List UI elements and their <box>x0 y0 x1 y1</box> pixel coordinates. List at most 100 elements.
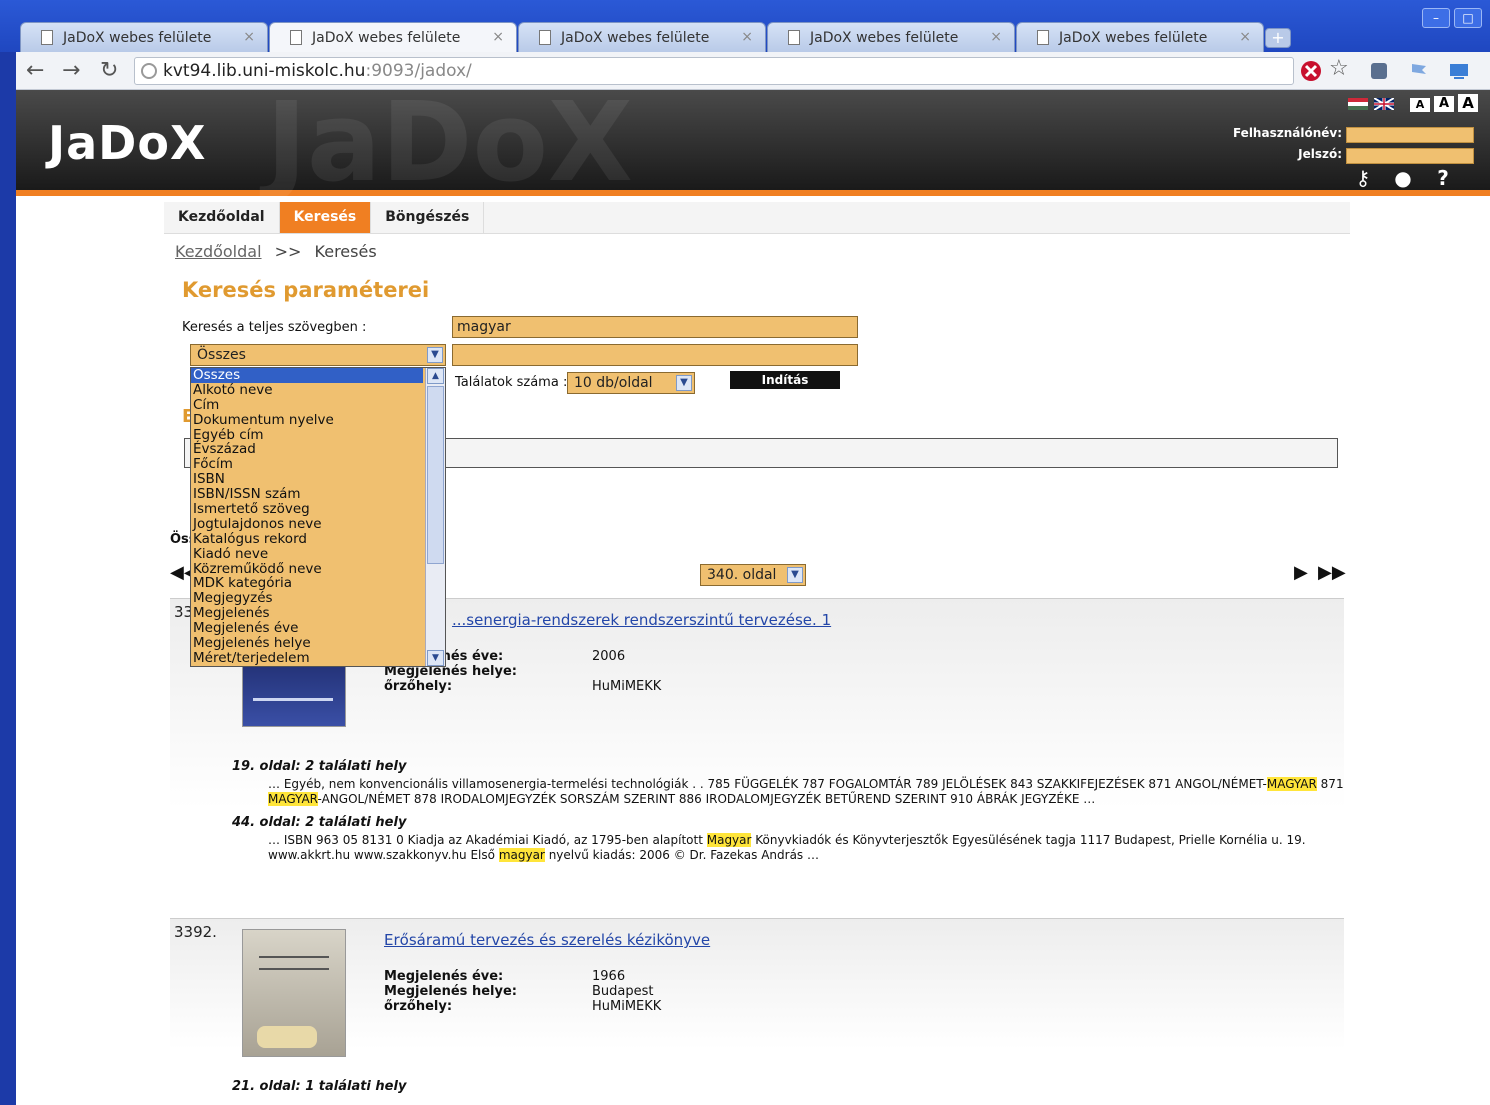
flag-tool-icon[interactable] <box>1408 60 1430 82</box>
next-page-icon[interactable]: ▶ <box>1294 562 1308 583</box>
browser-tab-3[interactable]: JaDoX webes felülete × <box>518 22 766 52</box>
hit-snippet: … ISBN 963 05 8131 0 Kiadja az Akadémiai… <box>268 833 1348 863</box>
maximize-button[interactable]: □ <box>1454 8 1482 28</box>
snippet-text: -ANGOL/NÉMET 878 IRODALOMJEGYZÉK SORSZÁM… <box>317 792 1096 806</box>
screen-icon[interactable] <box>1448 60 1470 82</box>
result-title-link[interactable]: ...senergia-rendszerek rendszerszintű te… <box>452 611 831 629</box>
dropdown-option[interactable]: Kiadó neve <box>191 546 423 562</box>
page-icon <box>290 30 302 45</box>
font-small-button[interactable]: A <box>1410 98 1430 112</box>
result-item: 3392. Erősáramú tervezés és szerelés kéz… <box>170 918 1344 1105</box>
snippet-text: nyelvű kiadás: 2006 © Dr. Fazekas András… <box>544 848 819 862</box>
menu-item-search[interactable]: Keresés <box>279 202 372 233</box>
highlighted-term: Magyar <box>706 833 752 847</box>
browser-tab-1[interactable]: JaDoX webes felülete × <box>20 22 268 52</box>
dropdown-option[interactable]: ISBN/ISSN szám <box>191 487 423 502</box>
dropdown-scrollbar[interactable]: ▲ ▼ <box>425 368 445 666</box>
close-tab-icon[interactable]: × <box>1239 29 1251 45</box>
page-select[interactable]: 340. oldal ▼ <box>700 564 806 586</box>
browser-tab-5[interactable]: JaDoX webes felülete × <box>1016 22 1264 52</box>
hit-snippet: … Egyéb, nem konvencionális villamosener… <box>268 777 1348 807</box>
dropdown-option[interactable]: Megjelenés éve <box>191 621 423 636</box>
browser-tab-2[interactable]: JaDoX webes felülete × <box>269 22 517 52</box>
reload-icon[interactable]: ↻ <box>100 58 118 83</box>
close-tab-icon[interactable]: × <box>990 29 1002 45</box>
hits-per-page-select[interactable]: 10 db/oldal ▼ <box>567 372 695 394</box>
close-tab-icon[interactable]: × <box>741 29 753 45</box>
browser-tab-4[interactable]: JaDoX webes felülete × <box>767 22 1015 52</box>
hit-heading: 19. oldal: 2 találati hely <box>232 759 407 774</box>
site: JaDoX JaDoX A A A Felhasználónév: Jelszó… <box>16 78 1490 1105</box>
block-icon[interactable] <box>1300 60 1322 82</box>
meta-value: HuMiMEKK <box>592 679 662 694</box>
result-number: 3392. <box>174 923 217 941</box>
user-icon[interactable]: ● <box>1390 166 1416 190</box>
scroll-up-icon[interactable]: ▲ <box>427 368 444 384</box>
dropdown-option[interactable]: Méret/terjedelem <box>191 651 423 666</box>
fulltext-input[interactable]: magyar <box>452 316 858 338</box>
star-icon[interactable]: ☆ <box>1329 56 1349 81</box>
password-input[interactable] <box>1346 148 1474 164</box>
back-arrow-icon[interactable]: ← <box>26 58 44 83</box>
dropdown-option[interactable]: Évszázad <box>191 442 423 457</box>
key-icon[interactable]: ⚷ <box>1350 166 1376 190</box>
font-size-controls: A A A <box>1410 94 1478 112</box>
fulltext-label: Keresés a teljes szövegben : <box>182 320 367 335</box>
dropdown-option[interactable]: Ismertető szöveg <box>191 502 423 517</box>
field-input[interactable] <box>452 344 858 366</box>
new-tab-button[interactable]: + <box>1265 28 1291 48</box>
english-flag-icon[interactable] <box>1374 98 1394 110</box>
globe-icon <box>141 63 157 79</box>
menu-item-home[interactable]: Kezdőoldal <box>164 202 280 233</box>
dropdown-option[interactable]: MDK kategória <box>191 576 423 591</box>
result-title-link[interactable]: Erősáramú tervezés és szerelés kézikönyv… <box>384 931 710 949</box>
dropdown-option[interactable]: ISBN <box>191 472 423 487</box>
dropdown-option[interactable]: Cím <box>191 397 423 413</box>
start-search-button[interactable]: Indítás <box>730 371 840 389</box>
dropdown-options: Összes Alkotó neve Cím Dokumentum nyelve Egy… <box>191 368 445 666</box>
dropdown-option[interactable]: Összes <box>191 368 423 383</box>
dropdown-option[interactable]: Dokumentum nyelve <box>191 412 423 428</box>
chevron-down-icon[interactable]: ▼ <box>427 347 443 363</box>
username-input[interactable] <box>1346 127 1474 143</box>
field-select-dropdown[interactable]: Összes Alkotó neve Cím Dokumentum nyelve Egy… <box>190 367 446 667</box>
meta-row: Megjelenés helye: Budapest <box>384 984 661 999</box>
meta-key: Megjelenés éve: <box>384 969 504 984</box>
dropdown-option[interactable]: Megjegyzés <box>191 591 423 606</box>
menu-item-browse[interactable]: Böngészés <box>371 202 485 233</box>
font-medium-button[interactable]: A <box>1434 96 1454 112</box>
field-select[interactable]: Összes ▼ <box>190 344 446 366</box>
hungarian-flag-icon[interactable] <box>1348 98 1368 110</box>
meta-key: őrzőhely: <box>384 679 453 694</box>
extension-icon[interactable] <box>1368 60 1390 82</box>
scroll-down-icon[interactable]: ▼ <box>427 650 444 666</box>
minimize-button[interactable]: – <box>1422 8 1450 28</box>
search-params-heading: Keresés paraméterei <box>182 278 430 302</box>
browser-toolbar: ← → ↻ kvt94.lib.uni-miskolc.hu:9093/jado… <box>16 52 1490 90</box>
chevron-down-icon[interactable]: ▼ <box>787 567 803 583</box>
forward-arrow-icon[interactable]: → <box>62 58 80 83</box>
result-cover-image[interactable] <box>242 929 346 1057</box>
breadcrumb-current: Keresés <box>314 242 377 261</box>
dropdown-option[interactable]: Megjelenés helye <box>191 636 423 651</box>
meta-row: őrzőhely: HuMiMEKK <box>384 679 661 694</box>
help-icon[interactable]: ? <box>1430 166 1456 190</box>
dropdown-option[interactable]: Főcím <box>191 457 423 472</box>
page-select-value: 340. oldal <box>707 567 777 583</box>
close-tab-icon[interactable]: × <box>243 29 255 45</box>
meta-key: őrzőhely: <box>384 999 453 1014</box>
last-page-icon[interactable]: ▶▶ <box>1318 562 1346 583</box>
font-large-button[interactable]: A <box>1458 94 1478 112</box>
close-tab-icon[interactable]: × <box>492 29 504 45</box>
dropdown-option[interactable]: Megjelenés <box>191 606 423 621</box>
chevron-down-icon[interactable]: ▼ <box>676 375 692 391</box>
dropdown-option[interactable]: Alkotó neve <box>191 382 423 398</box>
meta-key: Megjelenés helye: <box>384 984 517 999</box>
dropdown-option[interactable]: Jogtulajdonos neve <box>191 517 423 532</box>
dropdown-option[interactable]: Katalógus rekord <box>191 531 423 547</box>
scroll-thumb[interactable] <box>427 386 444 564</box>
dropdown-option[interactable]: Közreműködő neve <box>191 561 423 577</box>
site-logo[interactable]: JaDoX <box>48 116 206 170</box>
page-icon <box>788 30 800 45</box>
breadcrumb-home-link[interactable]: Kezdőoldal <box>175 242 262 261</box>
